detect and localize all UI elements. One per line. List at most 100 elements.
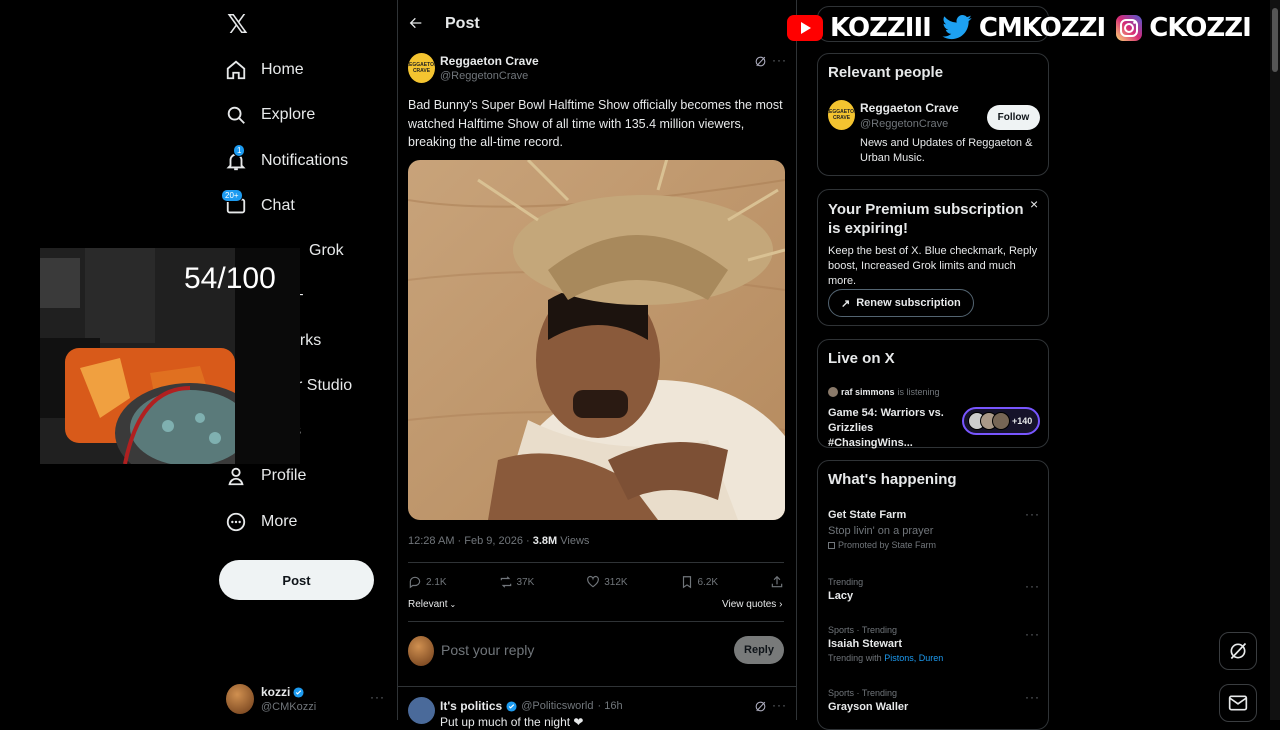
sort-label: Relevant xyxy=(408,599,448,610)
live-event[interactable]: Game 54: Warriors vs. Grizzlies #Chasing… xyxy=(828,406,958,451)
more-dots-icon[interactable]: ··· xyxy=(772,53,787,67)
reply-action[interactable]: 2.1K xyxy=(408,575,447,589)
share-action[interactable] xyxy=(770,575,784,589)
trend-item[interactable]: Sports · Trending Grayson Waller ··· xyxy=(828,688,1040,713)
tweet-image[interactable] xyxy=(408,160,785,520)
like-action[interactable]: 312K xyxy=(586,575,628,589)
relevant-title: Relevant people xyxy=(828,64,944,81)
repost-action[interactable]: 37K xyxy=(499,575,535,589)
listener-avatar xyxy=(992,412,1010,430)
repost-count: 37K xyxy=(516,576,535,588)
trend-with: Trending with Pistons, Duren xyxy=(828,653,1040,663)
instagram-icon xyxy=(1115,14,1143,42)
chat-badge: 20+ xyxy=(221,189,243,202)
sort-dropdown[interactable]: Relevant ⌄ xyxy=(408,599,456,610)
happening-title: What's happening xyxy=(828,471,957,488)
more-dots-icon[interactable]: ··· xyxy=(1025,579,1040,593)
trend-category: Sports · Trending xyxy=(828,625,898,635)
promoted-icon xyxy=(828,541,835,549)
more-dots-icon[interactable]: ··· xyxy=(1025,690,1040,704)
premium-card: Your Premium subscription is expiring! ×… xyxy=(817,189,1049,326)
grok-icon[interactable] xyxy=(754,700,767,713)
live-host: raf simmons is listening xyxy=(828,387,940,397)
view-count: 3.8M xyxy=(532,535,558,547)
trend-item[interactable]: Sports · Trending Isaiah Stewart Trendin… xyxy=(828,625,1040,663)
live-listeners[interactable]: +140 xyxy=(962,407,1040,435)
reply-icon xyxy=(408,575,422,589)
person-handle[interactable]: @ReggetonCrave xyxy=(860,118,948,130)
nav-label: r Studio xyxy=(297,377,353,394)
scrollbar[interactable] xyxy=(1270,0,1280,720)
next-author-name[interactable]: It's politics xyxy=(440,699,502,713)
host-avatar xyxy=(828,387,838,397)
more-dots-icon[interactable]: ··· xyxy=(772,698,787,712)
bookmark-action[interactable]: 6.2K xyxy=(680,575,719,589)
author-handle[interactable]: @ReggetonCrave xyxy=(440,70,528,82)
more-dots-icon[interactable]: ··· xyxy=(1025,627,1040,641)
relevant-people-card: Relevant people REGGAETONCRAVE Reggaeton… xyxy=(817,53,1049,176)
page-title: Post xyxy=(445,15,480,32)
author-name[interactable]: Reggaeton Crave xyxy=(440,54,539,68)
trend-item[interactable]: Get State Farm Stop livin' on a prayer P… xyxy=(828,507,1040,550)
bookmark-icon xyxy=(680,575,694,589)
follow-button[interactable]: Follow xyxy=(987,105,1040,130)
whats-happening-card: What's happening Get State Farm Stop liv… xyxy=(817,460,1049,730)
heart-icon xyxy=(586,575,600,589)
more-dots-icon[interactable]: ··· xyxy=(370,690,385,704)
trend-name: Grayson Waller xyxy=(828,701,909,713)
more-dots-icon[interactable]: ··· xyxy=(1025,507,1040,521)
social-banner-overlay: KOZZIII CMKOZZI CKOZZI xyxy=(786,8,1256,48)
score-overlay: 54/100 xyxy=(184,262,276,295)
grok-icon xyxy=(1228,641,1248,661)
person-avatar[interactable]: REGGAETONCRAVE xyxy=(828,100,855,130)
nav-more[interactable]: More xyxy=(219,502,297,542)
nav-label: Home xyxy=(261,61,304,78)
view-quotes-link[interactable]: View quotes › xyxy=(722,599,782,610)
nav-explore[interactable]: Explore xyxy=(219,95,315,135)
x-logo-icon[interactable]: 𝕏 xyxy=(227,10,257,40)
back-arrow-icon[interactable] xyxy=(408,14,424,32)
trend-name: Get State Farm xyxy=(828,509,907,521)
scrollbar-thumb[interactable] xyxy=(1272,8,1278,72)
grok-float-button[interactable] xyxy=(1219,632,1257,670)
avatar xyxy=(226,684,254,714)
premium-body: Keep the best of X. Blue checkmark, Repl… xyxy=(828,245,1038,287)
person-name[interactable]: Reggaeton Crave xyxy=(860,101,959,115)
promoted-label: Promoted by State Farm xyxy=(828,540,1040,550)
messages-float-button[interactable] xyxy=(1219,684,1257,722)
account-switcher[interactable]: kozzi @CMKozzi ··· xyxy=(226,684,386,718)
reply-input[interactable]: Post your reply xyxy=(441,642,534,658)
trend-item[interactable]: Trending Lacy ··· xyxy=(828,577,1040,602)
nav-label: Notifications xyxy=(261,152,349,169)
listener-count: +140 xyxy=(1012,416,1033,426)
post-button[interactable]: Post xyxy=(219,560,374,600)
search-icon xyxy=(225,104,247,126)
nav-home[interactable]: Home xyxy=(219,50,304,90)
bookmark-count: 6.2K xyxy=(697,576,719,588)
trend-category: Sports · Trending xyxy=(828,688,898,698)
nav-label: More xyxy=(261,513,298,530)
host-name: raf simmons xyxy=(841,387,895,397)
author-avatar[interactable]: REGGAETONCRAVE xyxy=(408,53,435,83)
trend-links[interactable]: Pistons, Duren xyxy=(884,653,943,663)
next-author-handle[interactable]: @Politicsworld xyxy=(521,700,593,712)
mail-icon xyxy=(1228,694,1248,712)
next-tweet-time: · 16h xyxy=(597,700,623,712)
premium-title: Your Premium subscription is expiring! xyxy=(828,201,1024,237)
more-circle-icon xyxy=(225,511,247,533)
close-icon[interactable]: × xyxy=(1030,196,1038,212)
renew-subscription-button[interactable]: ↗ Renew subscription xyxy=(828,289,974,317)
account-name: kozzi xyxy=(261,685,291,699)
banner-text: CMKOZZI xyxy=(978,13,1106,43)
host-status: is listening xyxy=(897,387,940,397)
nav-chat[interactable]: 20+ Chat xyxy=(219,186,295,226)
next-tweet-header: It's politics @Politicsworld · 16h xyxy=(440,699,623,713)
reply-button[interactable]: Reply xyxy=(734,636,784,664)
nav-notifications[interactable]: 1 Notifications xyxy=(219,141,348,181)
repost-icon xyxy=(499,575,513,589)
grok-icon[interactable] xyxy=(754,55,767,68)
divider xyxy=(408,562,784,563)
tweet-time[interactable]: 12:28 AM · Feb 9, 2026 · xyxy=(408,535,533,547)
next-tweet-text: Put up much of the night ❤ xyxy=(440,715,584,729)
trend-name: Isaiah Stewart xyxy=(828,638,902,650)
